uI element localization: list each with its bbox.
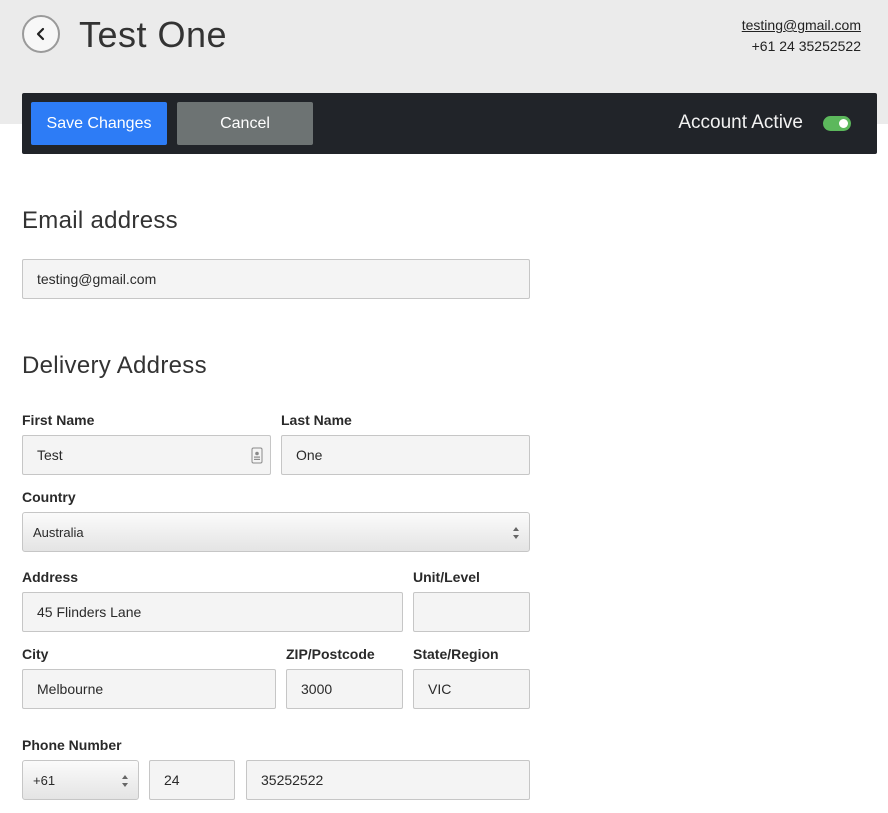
select-arrows-icon: [122, 775, 128, 787]
save-changes-button[interactable]: Save Changes: [31, 102, 167, 145]
email-field[interactable]: testing@gmail.com: [22, 259, 530, 299]
delivery-section-title: Delivery Address: [22, 352, 207, 379]
state-region-label: State/Region: [413, 646, 499, 662]
address-field[interactable]: 45 Flinders Lane: [22, 592, 403, 632]
country-value: Australia: [33, 524, 84, 540]
country-select[interactable]: Australia: [22, 512, 530, 552]
zip-postcode-field[interactable]: 3000: [286, 669, 403, 709]
last-name-field[interactable]: One: [281, 435, 530, 475]
unit-level-label: Unit/Level: [413, 569, 480, 585]
phone-country-code-select[interactable]: +61: [22, 760, 139, 800]
country-label: Country: [22, 489, 76, 505]
header-email-link[interactable]: testing@gmail.com: [742, 17, 861, 33]
phone-number-label: Phone Number: [22, 737, 122, 753]
phone-area-code-field[interactable]: 24: [149, 760, 235, 800]
phone-number-field[interactable]: 35252522: [246, 760, 530, 800]
zip-postcode-label: ZIP/Postcode: [286, 646, 375, 662]
cancel-button[interactable]: Cancel: [177, 102, 313, 145]
action-toolbar: Save Changes Cancel Account Active: [22, 93, 877, 154]
phone-country-code-value: +61: [33, 772, 56, 788]
chevron-left-icon: [36, 27, 45, 41]
select-arrows-icon: [513, 527, 519, 539]
city-label: City: [22, 646, 49, 662]
account-active-toggle[interactable]: [823, 116, 851, 131]
header-phone: +61 24 35252522: [751, 38, 861, 54]
contact-info: testing@gmail.com +61 24 35252522: [742, 15, 861, 57]
state-region-field[interactable]: VIC: [413, 669, 530, 709]
last-name-label: Last Name: [281, 412, 352, 428]
contact-card-icon: [251, 447, 263, 464]
first-name-field[interactable]: Test: [22, 435, 271, 475]
back-button[interactable]: [22, 15, 60, 53]
city-field[interactable]: Melbourne: [22, 669, 276, 709]
address-label: Address: [22, 569, 79, 585]
email-section-title: Email address: [22, 207, 178, 234]
first-name-value: Test: [37, 447, 63, 463]
toggle-knob: [839, 119, 848, 128]
page-title: Test One: [79, 14, 228, 55]
account-active-label: Account Active: [678, 112, 803, 133]
first-name-label: First Name: [22, 412, 95, 428]
unit-level-field[interactable]: [413, 592, 530, 632]
